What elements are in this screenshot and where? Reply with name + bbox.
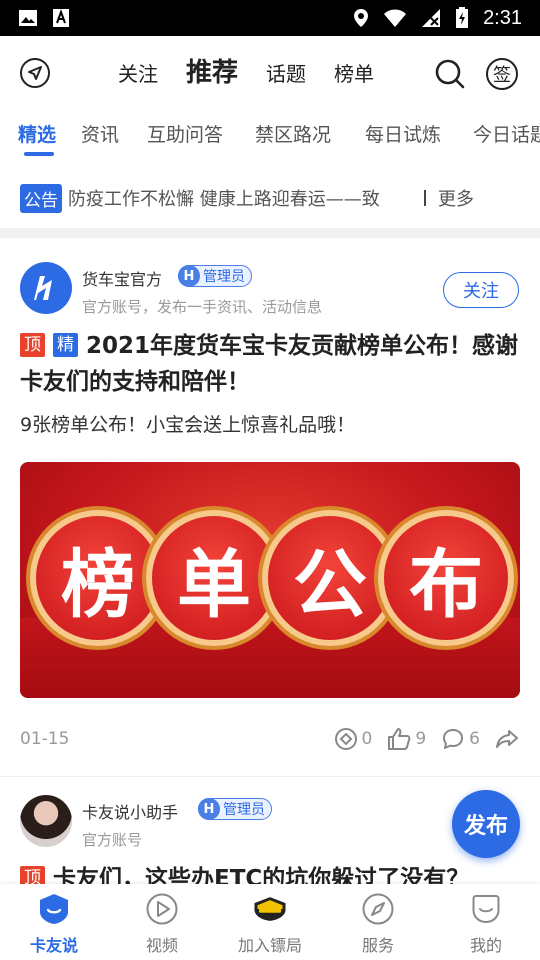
announcement-badge: 公告 [20,183,62,213]
publish-fab[interactable]: 发布 [452,790,520,858]
tab-recommend[interactable]: 推荐 [186,52,238,89]
bottom-nav-label: 卡友说 [29,936,78,955]
admin-h-icon: H [198,798,220,820]
announcement-bar[interactable]: 公告 防疫工作不松懈 健康上路迎春运——致 更多 [20,178,520,218]
post-banner-image[interactable]: 榜 单 公 布 [20,462,520,698]
bottom-nav-kayoushuo[interactable]: 卡友说 [0,884,108,960]
channel-daily-challenge[interactable]: 每日试炼 [365,120,441,147]
escort-badge-icon [254,897,286,921]
search-icon[interactable] [434,58,466,90]
post-title-text: 2021年度货车宝卡友贡献榜单公布！感谢卡友们的支持和陪伴！ [20,333,519,395]
author-description: 官方账号，发布一手资讯、活动信息 [82,298,323,316]
post-summary: 9张榜单公布！小宝会送上惊喜礼品哦！ [20,414,356,436]
top-nav: 关注 推荐 话题 榜单 签 [0,36,540,110]
like-button[interactable]: 9 [386,726,426,752]
home-shield-icon [40,894,68,924]
channel-featured[interactable]: 精选 [18,120,56,147]
channel-news[interactable]: 资讯 [81,120,119,147]
announcement-text[interactable]: 防疫工作不松懈 健康上路迎春运——致 [68,185,400,211]
comment-button[interactable]: 6 [440,726,480,752]
compass-icon [362,893,394,925]
post-meta: 01-15 0 9 6 [20,724,520,754]
location-icon [354,9,369,27]
admin-badge: H 管理员 [198,798,272,820]
feed-post[interactable]: 货车宝官方 H 管理员 官方账号，发布一手资讯、活动信息 关注 顶精 2021年度… [0,238,540,774]
bottom-nav-label: 服务 [361,936,394,955]
bottom-nav-me[interactable]: 我的 [432,884,540,960]
status-bar: 2:31 [0,0,540,36]
bottom-nav: 卡友说 视频 加入镖局 服务 我的 [0,884,540,960]
thumbs-up-icon [388,728,411,750]
profile-icon [472,895,500,924]
author-name[interactable]: 货车宝官方 [82,266,162,290]
author-description: 官方账号 [82,831,143,849]
author-avatar[interactable] [20,262,72,314]
channel-today-topic[interactable]: 今日话题 [473,120,540,147]
follow-button[interactable]: 关注 [443,272,519,308]
banner-char: 布 [378,510,514,646]
view-count[interactable]: 0 [333,726,373,752]
comment-count: 6 [469,729,480,749]
featured-tag: 精 [53,333,78,357]
section-divider [0,228,540,238]
channel-qa[interactable]: 互助问答 [147,120,223,147]
channel-road-conditions[interactable]: 禁区路况 [255,120,331,147]
bottom-nav-label: 我的 [469,936,502,955]
wifi-icon [384,9,407,27]
bottom-nav-video[interactable]: 视频 [108,884,216,960]
admin-label: 管理员 [223,802,265,818]
admin-label: 管理员 [203,269,245,285]
tab-topics[interactable]: 话题 [266,58,306,87]
post-title[interactable]: 顶精 2021年度货车宝卡友贡献榜单公布！感谢卡友们的支持和陪伴！ [20,328,520,400]
announcement-divider [424,190,426,206]
channel-bar: 精选 资讯 互助问答 禁区路况 每日试炼 今日话题 [0,110,540,158]
share-icon [496,730,518,748]
status-time: 2:31 [483,6,522,29]
image-icon [19,10,37,26]
tab-follow[interactable]: 关注 [118,58,158,87]
bottom-nav-join-escort[interactable]: 加入镖局 [216,884,324,960]
battery-icon [456,7,469,28]
post-date: 01-15 [20,729,70,749]
view-icon [334,728,357,750]
view-count-value: 0 [361,729,373,749]
author-avatar[interactable] [20,795,72,847]
pinned-tag: 顶 [20,333,45,357]
sign-in-button[interactable]: 签 [486,58,518,90]
comment-icon [443,729,464,749]
announcement-more-link[interactable]: 更多 [438,185,474,211]
compass-nav-icon[interactable] [20,58,50,88]
author-name[interactable]: 卡友说小助手 [82,799,178,823]
active-channel-indicator [24,152,54,156]
tab-rankings[interactable]: 榜单 [334,58,374,87]
signal-icon [422,9,441,27]
like-count: 9 [415,729,427,749]
admin-h-icon: H [178,265,200,287]
bottom-nav-label: 加入镖局 [237,936,302,955]
bottom-nav-label: 视频 [145,936,178,955]
bottom-nav-services[interactable]: 服务 [324,884,432,960]
admin-badge: H 管理员 [178,265,252,287]
font-icon [53,9,69,27]
play-icon [146,893,178,925]
share-button[interactable] [494,726,520,752]
